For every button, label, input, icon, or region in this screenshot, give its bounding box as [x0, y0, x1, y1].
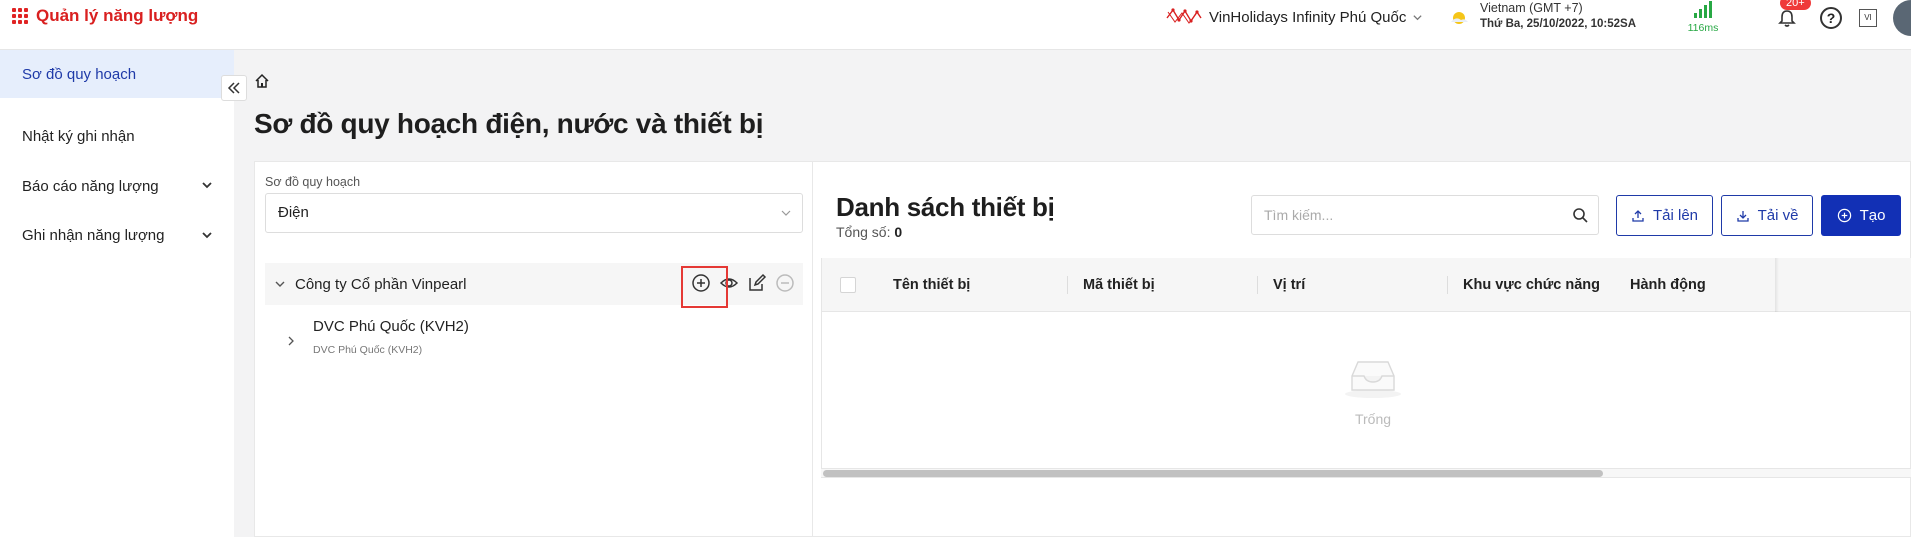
search-input[interactable]: Tìm kiếm... — [1251, 195, 1599, 235]
chevron-down-icon[interactable] — [273, 277, 287, 291]
empty-inbox-icon — [1345, 361, 1401, 398]
search-placeholder: Tìm kiếm... — [1264, 207, 1334, 223]
column-header-device-name[interactable]: Tên thiết bị — [893, 258, 970, 312]
create-button[interactable]: Tạo — [1821, 195, 1901, 236]
device-list-title: Danh sách thiết bị — [836, 192, 1055, 222]
sidebar-item-label: Nhật ký ghi nhận — [22, 127, 135, 145]
upload-label: Tải lên — [1652, 207, 1699, 224]
empty-text: Trống — [1354, 411, 1392, 427]
upload-icon — [1632, 209, 1644, 222]
sidebar-item-energy-report[interactable]: Báo cáo năng lượng — [0, 164, 234, 208]
remove-circle-icon[interactable] — [775, 273, 795, 293]
avatar[interactable] — [1893, 0, 1911, 36]
total-value: 0 — [894, 224, 903, 240]
column-header-location[interactable]: Vị trí — [1273, 258, 1305, 312]
create-label: Tạo — [1859, 207, 1886, 224]
latency-text: 116ms — [1687, 22, 1719, 34]
sidebar-item-energy-record[interactable]: Ghi nhận năng lượng — [0, 208, 234, 262]
download-button[interactable]: Tải về — [1721, 195, 1813, 236]
planning-type-select[interactable]: Điện — [265, 193, 803, 233]
sidebar-item-planning-map[interactable]: Sơ đồ quy hoạch — [0, 50, 234, 98]
language-switch[interactable]: VI — [1859, 9, 1877, 27]
total-label: Tổng số: — [836, 224, 891, 240]
sidebar-item-logbook[interactable]: Nhật ký ghi nhận — [0, 98, 234, 164]
chevron-right-icon[interactable] — [285, 335, 297, 347]
highlight-annotation — [681, 266, 728, 308]
table-header: Tên thiết bị Mã thiết bị Vị trí Khu vực … — [821, 258, 1911, 312]
site-logo-icon — [1166, 8, 1202, 24]
home-icon[interactable] — [254, 73, 270, 89]
empty-state: Trống — [1333, 352, 1413, 427]
planning-tree-panel: Sơ đồ quy hoạch Điện Công ty Cổ phần Vin… — [254, 161, 813, 537]
top-header: Quản lý năng lượng VinHolidays Infinity … — [0, 0, 1911, 50]
signal-bars-icon — [1685, 0, 1721, 18]
chevron-down-icon — [1413, 14, 1422, 20]
sidebar: Sơ đồ quy hoạch Nhật ký ghi nhận Báo cáo… — [0, 50, 234, 537]
app-title: Quản lý năng lượng — [36, 6, 199, 25]
sidebar-item-label: Sơ đồ quy hoạch — [22, 65, 137, 83]
column-header-functional-area[interactable]: Khu vực chức năng — [1463, 258, 1600, 312]
weather-sun-icon — [1451, 12, 1468, 24]
column-header-actions: Hành động — [1630, 277, 1706, 293]
chevron-down-icon — [202, 182, 212, 189]
sidebar-item-label: Ghi nhận năng lượng — [22, 226, 165, 244]
timezone-text: Vietnam (GMT +7) — [1480, 1, 1583, 15]
edit-icon[interactable] — [747, 273, 767, 293]
site-name: VinHolidays Infinity Phú Quốc — [1209, 8, 1407, 26]
sidebar-collapse-button[interactable] — [221, 75, 247, 101]
help-icon[interactable]: ? — [1820, 7, 1842, 29]
bell-icon[interactable] — [1777, 8, 1797, 28]
planning-field-label: Sơ đồ quy hoạch — [265, 175, 361, 189]
chevron-down-icon — [202, 232, 212, 239]
page-title: Sơ đồ quy hoạch điện, nước và thiết bị — [254, 108, 764, 139]
datetime-text: Thứ Ba, 25/10/2022, 10:52SA — [1480, 18, 1636, 30]
add-circle-icon — [1837, 208, 1851, 223]
download-label: Tải về — [1757, 207, 1799, 224]
tree-node-child[interactable]: DVC Phú Quốc (KVH2) DVC Phú Quốc (KVH2) — [288, 318, 469, 356]
grid-menu-icon[interactable] — [12, 8, 28, 24]
scrollbar-thumb[interactable] — [823, 470, 1603, 477]
device-list-panel: Danh sách thiết bị Tổng số: 0 Tìm kiếm..… — [813, 161, 1911, 537]
site-selector[interactable]: VinHolidays Infinity Phú Quốc — [1165, 6, 1423, 28]
fixed-column-shadow — [1775, 258, 1779, 312]
tree-node-sublabel: DVC Phú Quốc (KVH2) — [313, 344, 423, 356]
download-icon — [1736, 210, 1749, 222]
double-chevron-left-icon — [227, 82, 240, 94]
upload-button[interactable]: Tải lên — [1616, 195, 1713, 236]
sidebar-item-label: Báo cáo năng lượng — [22, 177, 159, 195]
select-all-checkbox[interactable] — [840, 277, 856, 293]
weather-widget: Vietnam (GMT +7) Thứ Ba, 25/10/2022, 10:… — [1448, 0, 1636, 32]
planning-type-value: Điện — [278, 204, 309, 221]
device-total: Tổng số: 0 — [836, 224, 902, 240]
search-icon[interactable] — [1572, 207, 1588, 223]
table-border — [821, 258, 822, 478]
app-brand[interactable]: Quản lý năng lượng — [12, 6, 198, 26]
chevron-down-icon — [781, 210, 791, 216]
column-header-device-code[interactable]: Mã thiết bị — [1083, 258, 1155, 312]
notification-badge: 20+ — [1780, 0, 1811, 10]
network-signal: 116ms — [1685, 0, 1721, 34]
horizontal-scrollbar[interactable] — [821, 468, 1911, 478]
tree-node-label: Công ty Cổ phần Vinpearl — [295, 275, 467, 293]
tree-node-label: DVC Phú Quốc (KVH2) — [313, 318, 469, 335]
